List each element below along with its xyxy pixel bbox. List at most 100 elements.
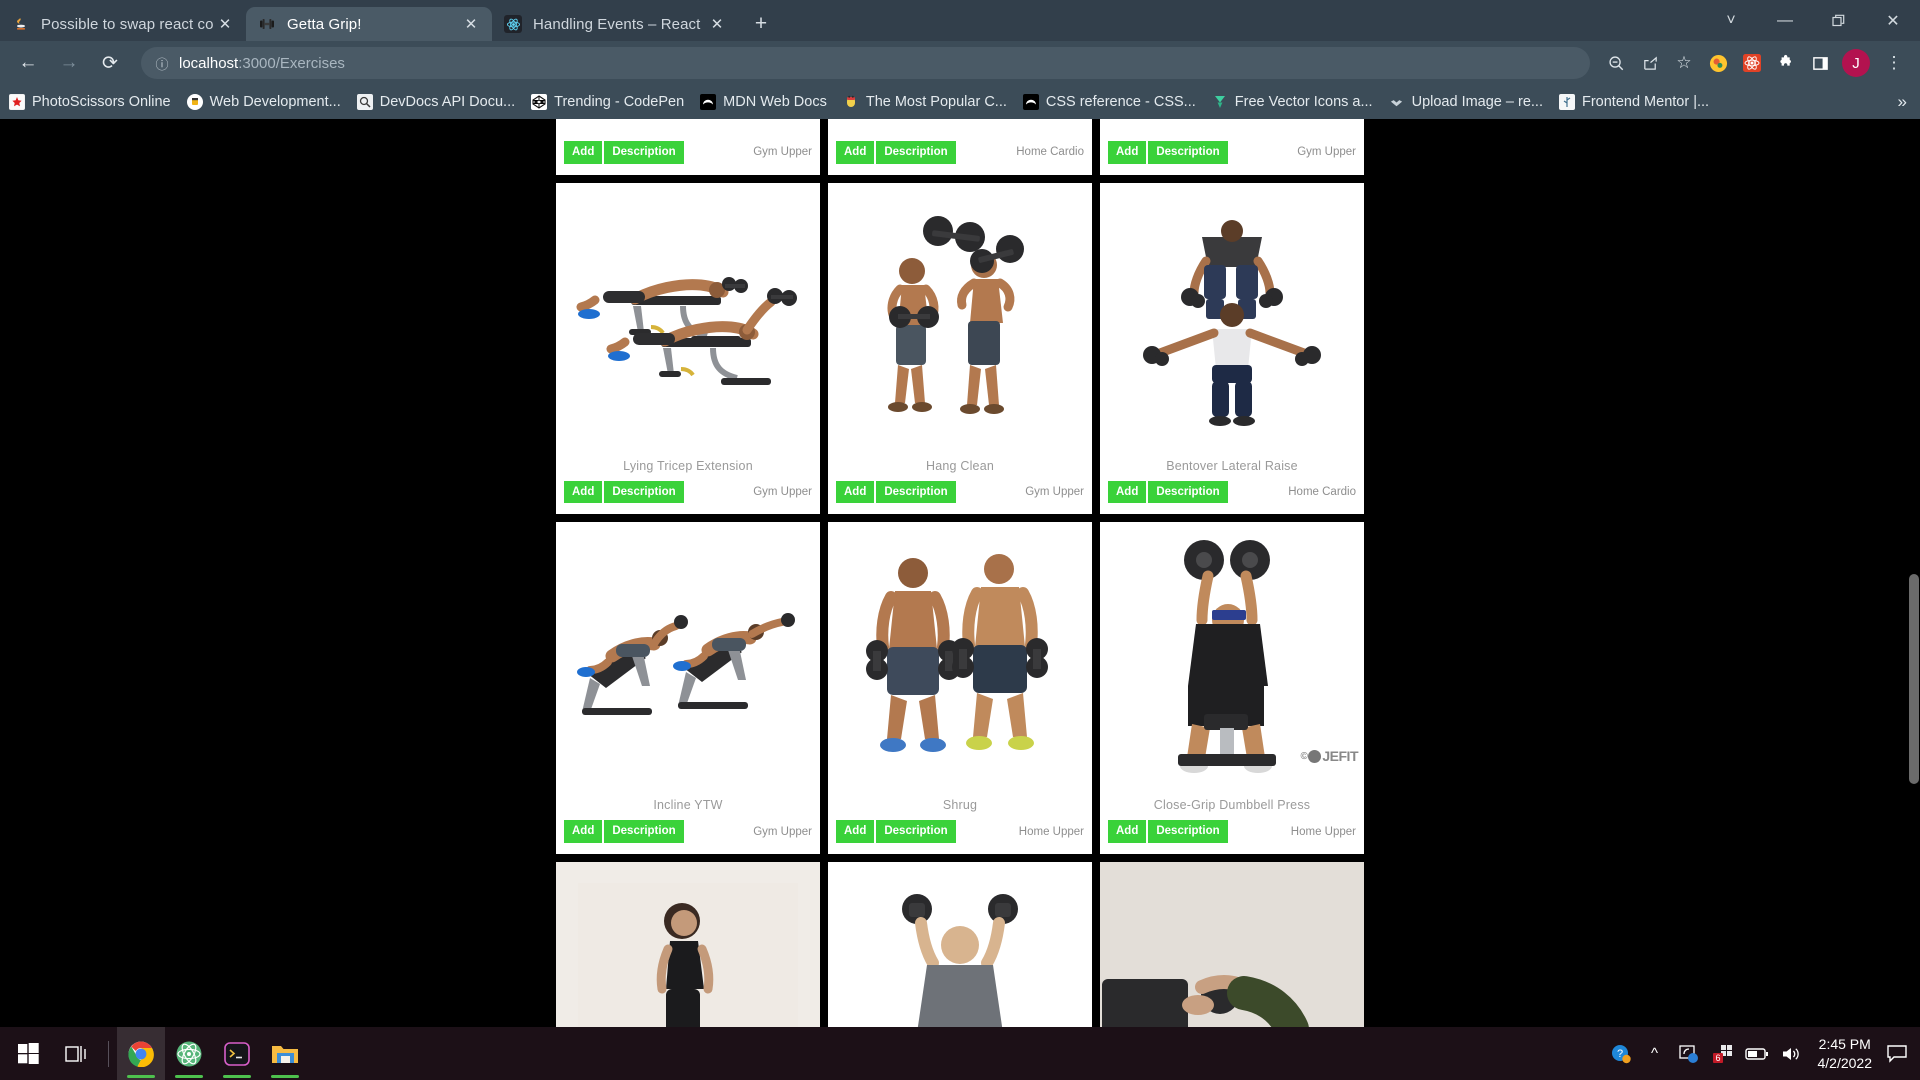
- exercises-page: Add Description Gym Upper Add Descriptio…: [274, 119, 1646, 1027]
- taskbar-clock[interactable]: 2:45 PM 4/2/2022: [1808, 1035, 1883, 1073]
- add-button[interactable]: Add: [836, 480, 875, 504]
- exercise-card[interactable]: Add Description: [1100, 861, 1364, 1027]
- volume-icon[interactable]: [1774, 1027, 1808, 1080]
- extension-honey-icon[interactable]: [1702, 47, 1734, 79]
- exercise-tag: Gym Upper: [753, 825, 812, 838]
- description-button[interactable]: Description: [1148, 141, 1228, 164]
- add-button[interactable]: Add: [564, 820, 603, 843]
- exercise-card[interactable]: Add Description: [556, 861, 820, 1027]
- exercise-image: [828, 182, 1092, 455]
- page-scrollbar[interactable]: [1907, 119, 1920, 1027]
- zoom-out-icon[interactable]: [1600, 47, 1632, 79]
- add-button[interactable]: Add: [564, 141, 603, 164]
- windows-taskbar: ? ^ 6 2:45 PM 4/2/2022: [0, 1027, 1920, 1080]
- exercise-image: [1100, 861, 1364, 1027]
- show-hidden-icons-chevron[interactable]: ^: [1638, 1027, 1672, 1080]
- windows-start-icon[interactable]: [4, 1027, 52, 1080]
- maximize-button[interactable]: [1812, 0, 1866, 41]
- chrome-icon[interactable]: [117, 1027, 165, 1080]
- new-tab-button[interactable]: +: [744, 7, 778, 41]
- exercise-card[interactable]: Incline YTW Add Description Gym Upper: [556, 522, 820, 854]
- description-button[interactable]: Description: [1148, 480, 1228, 504]
- description-button[interactable]: Description: [876, 480, 956, 504]
- bookmark-codepen[interactable]: Trending - CodePen: [531, 94, 684, 110]
- three-dot-menu-icon[interactable]: ⋮: [1878, 47, 1910, 79]
- notification-icon[interactable]: [1882, 1027, 1912, 1080]
- svg-text:?: ?: [1616, 1048, 1622, 1060]
- side-panel-icon[interactable]: [1804, 47, 1836, 79]
- battery-icon[interactable]: [1740, 1027, 1774, 1080]
- exercise-card[interactable]: Hang Clean Add Description Gym Upper: [828, 182, 1092, 515]
- exercise-tag: Gym Upper: [1025, 485, 1084, 498]
- bookmark-web-development[interactable]: Web Development...: [186, 94, 341, 110]
- browser-tab-3[interactable]: Handling Events – React ✕: [492, 7, 738, 41]
- bookmark-devdocs[interactable]: DevDocs API Docu...: [356, 94, 515, 110]
- back-icon[interactable]: ←: [10, 45, 46, 81]
- bookmark-most-popular[interactable]: The Most Popular C...: [843, 94, 1007, 110]
- add-button[interactable]: Add: [1108, 141, 1147, 164]
- file-explorer-icon[interactable]: [261, 1027, 309, 1080]
- add-button[interactable]: Add: [564, 480, 603, 504]
- terminal-icon[interactable]: [213, 1027, 261, 1080]
- avatar[interactable]: J: [1842, 49, 1870, 77]
- exercise-card[interactable]: Add Description Home Cardio: [828, 119, 1092, 175]
- bookmark-star-icon[interactable]: ☆: [1668, 47, 1700, 79]
- scrollbar-thumb[interactable]: [1909, 574, 1919, 784]
- hip-thrust-illustration: [1102, 882, 1362, 1027]
- extension-react-devtools-icon[interactable]: [1736, 47, 1768, 79]
- bookmarks-overflow-button[interactable]: »: [1898, 92, 1911, 112]
- info-circle-icon[interactable]: ⓘ: [151, 52, 173, 74]
- bookmark-upload-image[interactable]: Upload Image – re...: [1389, 94, 1543, 110]
- close-icon[interactable]: ✕: [214, 13, 236, 35]
- toolbar-actions: ☆ J ⋮: [1598, 47, 1910, 79]
- reload-icon[interactable]: ⟳: [92, 45, 128, 81]
- url-host: localhost: [179, 54, 239, 72]
- minimize-button[interactable]: —: [1758, 0, 1812, 41]
- add-button[interactable]: Add: [836, 820, 875, 843]
- bookmark-mdn[interactable]: MDN Web Docs: [700, 94, 827, 110]
- description-button[interactable]: Description: [604, 141, 684, 164]
- exercise-card[interactable]: Add Description: [828, 861, 1092, 1027]
- bookmark-label: PhotoScissors Online: [32, 94, 171, 110]
- exercise-image: [1100, 119, 1364, 129]
- bookmark-frontend-mentor[interactable]: Frontend Mentor |...: [1558, 94, 1709, 110]
- chevron-down-icon[interactable]: ˅: [1704, 0, 1758, 41]
- exercise-card[interactable]: Add Description Gym Upper: [1100, 119, 1364, 175]
- exercise-card[interactable]: Add Description Gym Upper: [556, 119, 820, 175]
- exercise-card[interactable]: Bentover Lateral Raise Add Description H…: [1100, 182, 1364, 515]
- exercise-card-footer: Add Description Gym Upper: [828, 480, 1092, 515]
- add-button[interactable]: Add: [1108, 820, 1147, 843]
- browser-tab-1[interactable]: Possible to swap react componen ✕: [0, 7, 246, 41]
- add-button[interactable]: Add: [1108, 480, 1147, 504]
- exercise-card-footer: Add Description Gym Upper: [1100, 141, 1364, 175]
- help-question-icon[interactable]: ?: [1604, 1027, 1638, 1080]
- onedrive-sync-icon[interactable]: [1672, 1027, 1706, 1080]
- forward-icon[interactable]: →: [51, 45, 87, 81]
- exercise-card[interactable]: Lying Tricep Extension Add Description G…: [556, 182, 820, 515]
- description-button[interactable]: Description: [1148, 820, 1228, 843]
- description-button[interactable]: Description: [876, 820, 956, 843]
- add-button[interactable]: Add: [836, 141, 875, 164]
- description-button[interactable]: Description: [876, 141, 956, 164]
- window-controls: ˅ — ✕: [1704, 0, 1920, 41]
- java-icon: [12, 15, 30, 33]
- close-window-button[interactable]: ✕: [1866, 0, 1920, 41]
- atom-icon[interactable]: [165, 1027, 213, 1080]
- description-button[interactable]: Description: [604, 480, 684, 504]
- bookmark-photoscissors[interactable]: PhotoScissors Online: [9, 94, 171, 110]
- exercise-card[interactable]: Shrug Add Description Home Upper: [828, 522, 1092, 854]
- extensions-puzzle-icon[interactable]: [1770, 47, 1802, 79]
- share-icon[interactable]: [1634, 47, 1666, 79]
- close-icon[interactable]: ✕: [460, 13, 482, 35]
- bookmark-css-reference[interactable]: CSS reference - CSS...: [1022, 94, 1196, 110]
- task-view-icon[interactable]: [52, 1027, 100, 1080]
- adobe-badge-icon[interactable]: 6: [1706, 1027, 1740, 1080]
- description-button[interactable]: Description: [604, 820, 684, 843]
- close-icon[interactable]: ✕: [706, 13, 728, 35]
- exercise-title: Shrug: [942, 798, 978, 813]
- address-bar[interactable]: ⓘ localhost:3000/Exercises: [141, 47, 1590, 79]
- browser-tab-2[interactable]: Getta Grip! ✕: [246, 7, 492, 41]
- bookmark-free-vector-icons[interactable]: Free Vector Icons a...: [1212, 94, 1373, 110]
- exercise-card[interactable]: © JEFIT Close-Grip Dumbbell Press Add Des…: [1100, 522, 1364, 854]
- tab-title: Getta Grip!: [287, 15, 362, 33]
